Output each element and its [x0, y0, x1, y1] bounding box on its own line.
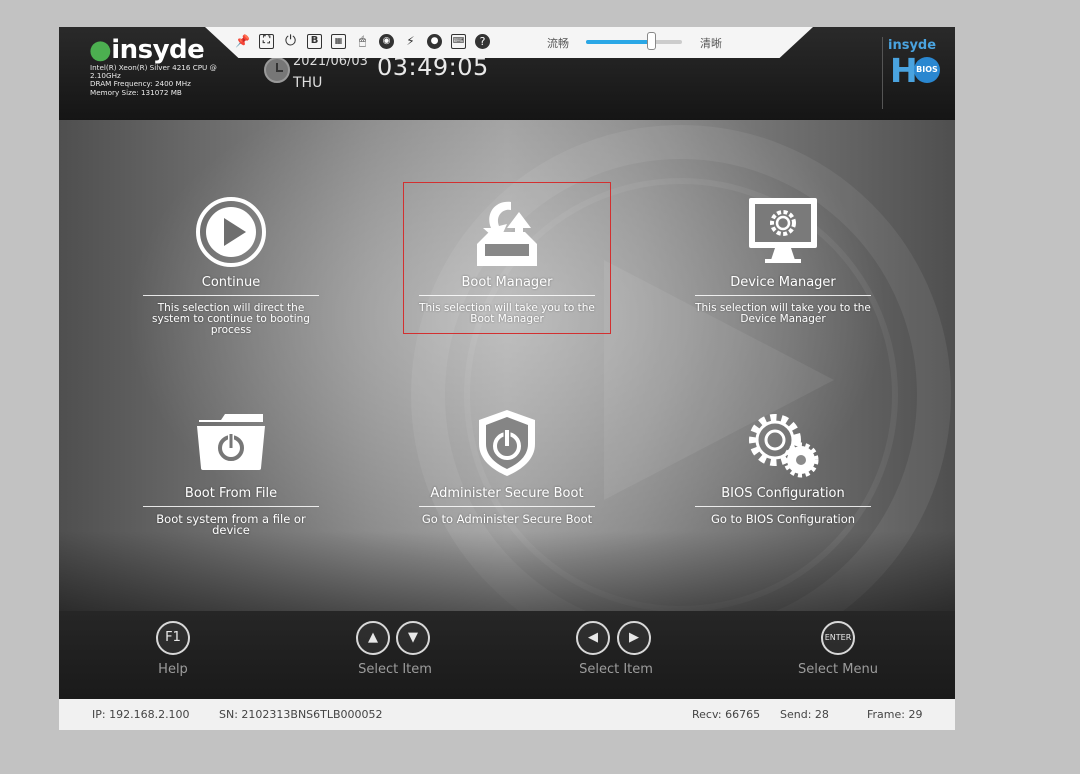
bios-window: ●insyde Intel(R) Xeon(R) Silver 4216 CPU… [59, 27, 955, 730]
record-icon[interactable]: ● [427, 34, 442, 49]
clock-icon [264, 57, 290, 83]
clear-label: 清晰 [700, 37, 722, 50]
disc-icon[interactable]: ◉ [379, 34, 394, 49]
h2o-bios-badge: BIOS [914, 57, 940, 83]
menu-item-secure-boot[interactable]: Administer Secure Boot Go to Administer … [419, 408, 595, 528]
arrow-up-icon[interactable]: ▲ [356, 621, 390, 655]
keyboard-icon[interactable]: ⌨ [451, 34, 466, 49]
monitor-gear-icon [749, 198, 817, 263]
status-bar: IP: 192.168.2.100 SN: 2102313BNS6TLB0000… [59, 699, 955, 730]
qr-icon[interactable]: ▦ [331, 34, 346, 49]
insyde-logo: ●insyde [89, 35, 205, 65]
select-item-label-horizontal: Select Item [579, 662, 653, 677]
remote-toolbar: 📌 ⛶ ⏻ B ▦ 🖱 ◉ ⚡ ● ⌨ ? 流畅 清晰 [205, 27, 813, 58]
shield-power-icon [479, 410, 535, 476]
divider [882, 37, 883, 109]
memory-info: Memory Size: 131072 MB [90, 87, 182, 97]
pin-icon[interactable]: 📌 [235, 34, 250, 49]
menu-item-continue[interactable]: Continue This selection will direct the … [143, 190, 319, 340]
frame-count: Frame: 29 [867, 708, 923, 721]
secure-boot-desc: Go to Administer Secure Boot [421, 512, 593, 526]
help-icon[interactable]: ? [475, 34, 490, 49]
device-manager-title: Device Manager [695, 275, 871, 296]
boot-from-file-title: Boot From File [143, 486, 319, 507]
arrow-left-icon[interactable]: ◀ [576, 621, 610, 655]
continue-title: Continue [143, 275, 319, 296]
enter-key-icon[interactable]: ENTER [821, 621, 855, 655]
b-icon[interactable]: B [307, 34, 322, 49]
cpu-info: Intel(R) Xeon(R) Silver 4216 CPU @ 2.10G… [90, 63, 217, 81]
device-manager-desc: This selection will take you to the Devi… [695, 302, 871, 325]
boot-from-file-desc: Boot system from a file or device [156, 512, 306, 537]
quality-slider[interactable] [586, 40, 682, 44]
f1-key-icon[interactable]: F1 [156, 621, 190, 655]
select-item-label-vertical: Select Item [358, 662, 432, 677]
smooth-label: 流畅 [547, 37, 569, 50]
quality-slider-thumb[interactable] [647, 32, 657, 50]
menu-item-device-manager[interactable]: Device Manager This selection will take … [695, 190, 871, 340]
serial-number: SN: 2102313BNS6TLB000052 [219, 708, 383, 721]
menu-item-boot-from-file[interactable]: Boot From File Boot system from a file o… [143, 408, 319, 536]
system-info: Intel(R) Xeon(R) Silver 4216 CPU @ 2.10G… [90, 63, 240, 97]
arrow-right-icon[interactable]: ▶ [617, 621, 651, 655]
select-menu-label: Select Menu [798, 662, 878, 677]
weekday-text: THU [293, 75, 323, 91]
recv-count: Recv: 66765 [692, 708, 761, 721]
quality-slider-fill [586, 40, 652, 44]
mouse-icon[interactable]: 🖱 [355, 34, 370, 49]
selection-highlight [403, 182, 611, 334]
usb-icon[interactable]: ⚡ [403, 34, 418, 49]
key-hint-bar: F1 Help ▲ ▼ Select Item ◀ ▶ Select Item … [59, 611, 955, 699]
send-count: Send: 28 [780, 708, 829, 721]
folder-power-icon [197, 414, 265, 470]
brand-text: insyde [111, 35, 205, 65]
ip-address: IP: 192.168.2.100 [92, 708, 190, 721]
menu-item-bios-configuration[interactable]: BIOS Configuration Go to BIOS Configurat… [695, 408, 871, 528]
fullscreen-icon[interactable]: ⛶ [259, 34, 274, 49]
secure-boot-title: Administer Secure Boot [419, 486, 595, 507]
power-icon[interactable]: ⏻ [283, 34, 298, 49]
bios-configuration-title: BIOS Configuration [695, 486, 871, 507]
play-icon [196, 197, 266, 267]
header-bar: ●insyde Intel(R) Xeon(R) Silver 4216 CPU… [59, 27, 955, 120]
bios-configuration-desc: Go to BIOS Configuration [710, 512, 856, 526]
help-label: Help [158, 662, 188, 677]
continue-desc: This selection will direct the system to… [152, 302, 310, 336]
arrow-down-icon[interactable]: ▼ [396, 621, 430, 655]
gears-icon [749, 414, 819, 478]
main-menu-area: Continue This selection will direct the … [59, 120, 955, 611]
